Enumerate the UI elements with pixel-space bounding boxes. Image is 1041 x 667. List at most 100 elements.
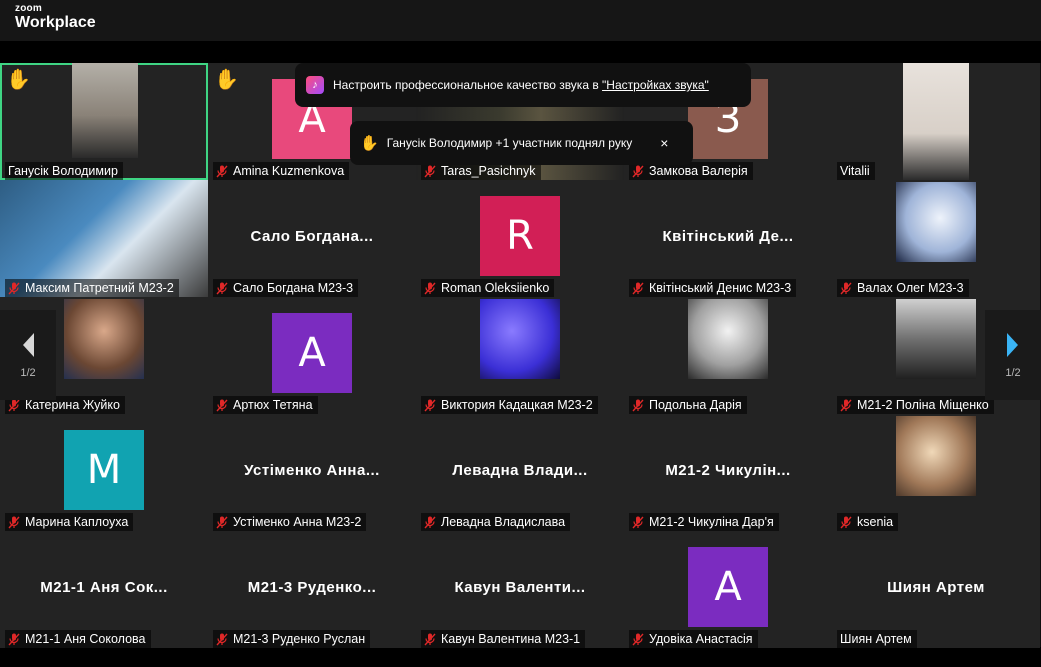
participant-name: Марина Каплоуха (25, 515, 129, 529)
participant-name: Taras_Pasichnyk (441, 164, 536, 178)
audio-settings-notification: ♪ Настроить профессиональное качество зв… (295, 63, 751, 107)
participant-display-name: Устіменко Анна... (244, 462, 380, 479)
participant-tile[interactable]: Левадна Влади... Левадна Владислава (416, 414, 624, 531)
next-page-button[interactable]: 1/2 (985, 310, 1041, 400)
participant-display-name: Квітінський Де... (662, 228, 794, 245)
participant-tile[interactable]: Сало Богдана... Сало Богдана М23-3 (208, 180, 416, 297)
next-page-indicator: 1/2 (1005, 367, 1021, 379)
participant-tile[interactable]: Шиян Артем Шиян Артем (832, 531, 1040, 648)
participant-name: Amina Kuzmenkova (233, 164, 345, 178)
mic-muted-icon (216, 516, 228, 528)
participant-nameplate: ksenia (837, 513, 899, 531)
participant-display-name: М21-1 Аня Сок... (40, 579, 168, 596)
participant-tile[interactable]: Квітінський Де... Квітінський Денис М23-3 (624, 180, 832, 297)
participant-nameplate: М21-2 Чикуліна Дар'я (629, 513, 779, 531)
mic-muted-icon (8, 516, 20, 528)
participant-nameplate: Vitalii (837, 162, 875, 180)
mic-muted-icon (424, 516, 436, 528)
participant-display-name: Кавун Валенти... (454, 579, 586, 596)
participant-tile[interactable]: Vitalii (832, 63, 1040, 180)
title-bar: zoom Workplace (0, 0, 1041, 41)
participant-nameplate: Сало Богдана М23-3 (213, 279, 359, 297)
participant-nameplate: Квітінський Денис М23-3 (629, 279, 797, 297)
participant-name: Виктория Кадацкая М23-2 (441, 398, 593, 412)
participant-photo (64, 299, 144, 379)
music-note-icon: ♪ (306, 76, 324, 94)
participant-photo (688, 299, 768, 379)
participant-tile[interactable]: Максим Патретний М23-2 (0, 180, 208, 297)
participant-tile[interactable]: М21-1 Аня Сок... М21-1 Аня Соколова (0, 531, 208, 648)
participant-name: М21-1 Аня Соколова (25, 632, 146, 646)
participant-name: Замкова Валерія (649, 164, 748, 178)
participant-nameplate: Кавун Валентина М23-1 (421, 630, 586, 648)
mic-muted-icon (632, 516, 644, 528)
participant-tile[interactable]: ✋ Ганусік Володимир (0, 63, 208, 180)
participant-display-name: Левадна Влади... (452, 462, 588, 479)
brand-small: zoom (15, 3, 42, 14)
participant-name: Левадна Владислава (441, 515, 566, 529)
participant-nameplate: М21-1 Аня Соколова (5, 630, 151, 648)
participant-tile[interactable]: М21-2 Чикулін... М21-2 Чикуліна Дар'я (624, 414, 832, 531)
participant-name: Максим Патретний М23-2 (25, 281, 174, 295)
participant-photo (896, 416, 976, 496)
participant-tile[interactable]: A Артюх Тетяна (208, 297, 416, 414)
brand-big: Workplace (15, 14, 96, 31)
participant-nameplate: Артюх Тетяна (213, 396, 318, 414)
mic-muted-icon (216, 399, 228, 411)
participant-name: Катерина Жуйко (25, 398, 120, 412)
mic-muted-icon (216, 165, 228, 177)
participant-name: Roman Oleksiienko (441, 281, 550, 295)
participant-nameplate: Подольна Дарія (629, 396, 747, 414)
participant-nameplate: Amina Kuzmenkova (213, 162, 350, 180)
participant-display-name: М21-3 Руденко... (247, 579, 377, 596)
participant-name: Квітінський Денис М23-3 (649, 281, 792, 295)
participant-name: М21-3 Руденко Руслан (233, 632, 366, 646)
participant-display-name: Сало Богдана... (250, 228, 374, 245)
participant-tile[interactable]: ksenia (832, 414, 1040, 531)
chevron-left-icon (23, 333, 34, 357)
participant-nameplate: Виктория Кадацкая М23-2 (421, 396, 598, 414)
avatar: A (272, 313, 352, 393)
prev-page-button[interactable]: 1/2 (0, 310, 56, 400)
audio-notification-text: Настроить профессиональное качество звук… (333, 78, 603, 92)
participant-nameplate: Марина Каплоуха (5, 513, 134, 531)
mic-muted-icon (424, 282, 436, 294)
mic-muted-icon (632, 633, 644, 645)
mic-muted-icon (840, 399, 852, 411)
mic-muted-icon (840, 516, 852, 528)
mic-muted-icon (216, 633, 228, 645)
participant-nameplate: М21-2 Поліна Міщенко (837, 396, 994, 414)
participant-photo (896, 299, 976, 379)
mic-muted-icon (424, 399, 436, 411)
participant-name: М21-2 Чикуліна Дар'я (649, 515, 774, 529)
participant-name: Сало Богдана М23-3 (233, 281, 354, 295)
participant-photo (896, 182, 976, 262)
participant-name: Подольна Дарія (649, 398, 742, 412)
participant-video (72, 63, 138, 158)
participant-display-name: Шиян Артем (887, 579, 985, 596)
avatar: A (688, 547, 768, 627)
participant-nameplate: Удовіка Анастасія (629, 630, 758, 648)
participant-tile[interactable]: Устіменко Анна... Устіменко Анна М23-2 (208, 414, 416, 531)
participant-tile[interactable]: M Марина Каплоуха (0, 414, 208, 531)
participant-name: Кавун Валентина М23-1 (441, 632, 581, 646)
raised-hand-text: Ганусік Володимир +1 участник поднял рук… (386, 136, 633, 150)
participant-name: Ганусік Володимир (8, 164, 118, 178)
participant-tile[interactable]: Подольна Дарія (624, 297, 832, 414)
participant-tile[interactable]: Виктория Кадацкая М23-2 (416, 297, 624, 414)
participant-tile[interactable]: М21-3 Руденко... М21-3 Руденко Руслан (208, 531, 416, 648)
participant-tile[interactable]: R Roman Oleksiienko (416, 180, 624, 297)
participant-nameplate: Устіменко Анна М23-2 (213, 513, 367, 531)
participant-nameplate: Левадна Владислава (421, 513, 571, 531)
mic-muted-icon (8, 399, 20, 411)
participant-tile[interactable]: Кавун Валенти... Кавун Валентина М23-1 (416, 531, 624, 648)
participant-nameplate: Валах Олег М23-3 (837, 279, 969, 297)
participant-name: Валах Олег М23-3 (857, 281, 964, 295)
audio-settings-link[interactable]: "Настройках звука" (602, 78, 709, 92)
close-icon[interactable]: × (660, 135, 668, 151)
participant-tile[interactable]: Валах Олег М23-3 (832, 180, 1040, 297)
participant-display-name: М21-2 Чикулін... (665, 462, 791, 479)
mic-muted-icon (840, 282, 852, 294)
participant-tile[interactable]: A Удовіка Анастасія (624, 531, 832, 648)
zoom-logo: zoom Workplace (15, 4, 96, 31)
